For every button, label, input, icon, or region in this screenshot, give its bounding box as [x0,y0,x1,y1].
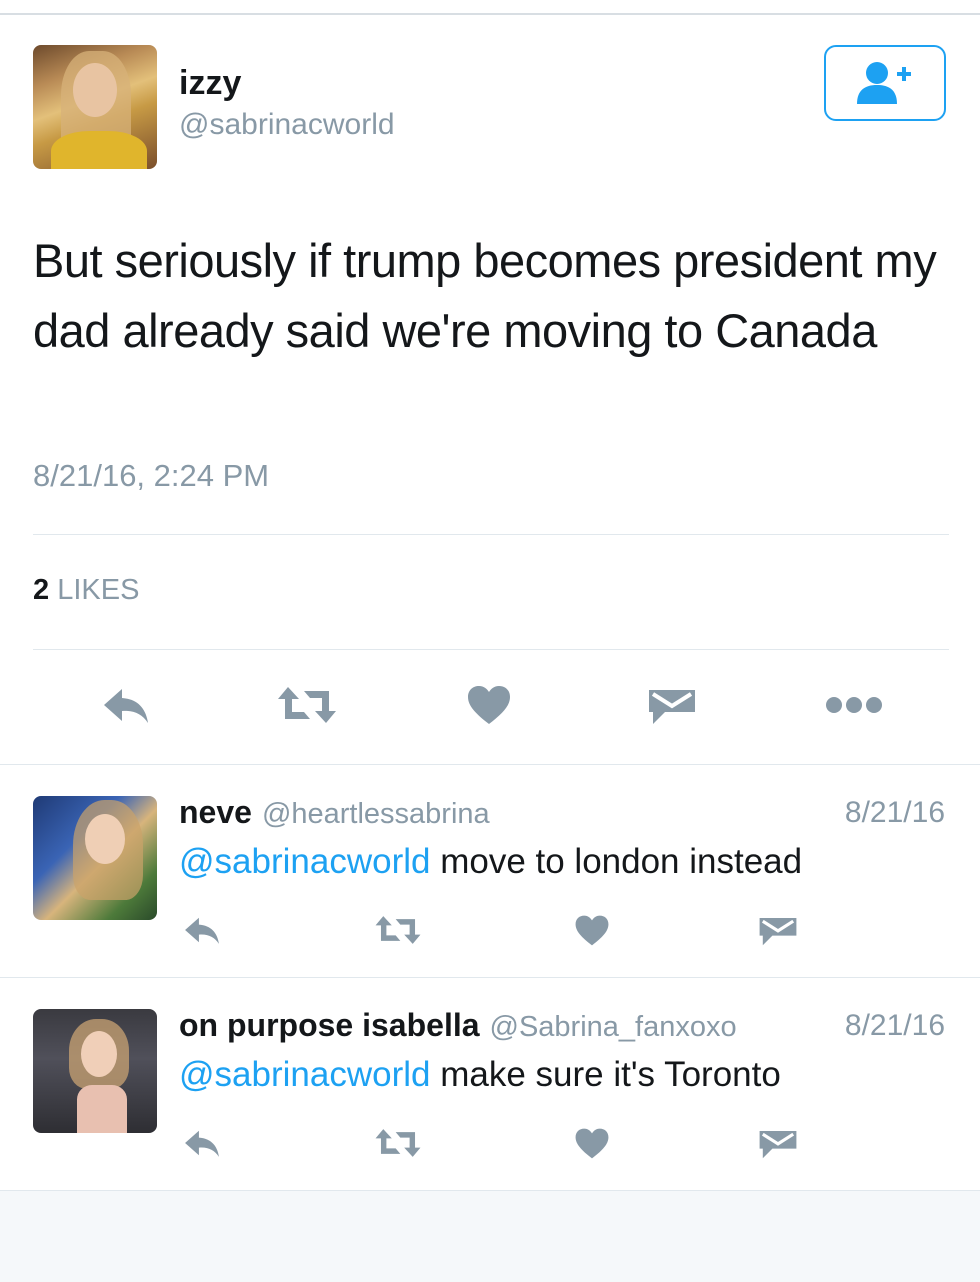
more-button[interactable] [824,680,884,730]
likes-number: 2 [33,574,50,606]
retweet-button[interactable] [372,908,424,952]
more-icon [826,697,882,713]
reply-icon [104,689,148,723]
direct-message-icon [649,690,695,724]
author-avatar[interactable] [33,45,157,169]
top-divider [0,0,980,15]
divider [0,764,980,765]
likes-label: LIKES [57,574,140,606]
reply-author[interactable]: on purpose isabella @Sabrina_fanxoxo [179,1007,737,1044]
author-handle[interactable]: @sabrinacworld [179,108,395,142]
reply-author-handle: @heartlessabrina [261,798,490,830]
direct-message-button[interactable] [756,908,800,952]
reply-button[interactable] [180,1121,224,1165]
tweet-text: But seriously if trump becomes president… [33,234,937,357]
likes-count[interactable]: 2 LIKES [33,574,139,607]
reply-icon [185,1130,219,1157]
reply-author-name: neve [179,794,252,830]
author-name[interactable]: izzy [179,64,241,103]
like-icon [468,686,510,724]
retweet-icon [375,916,421,944]
reply-date: 8/21/16 [844,796,945,829]
empty-footer-area [0,1190,980,1282]
reply-button[interactable] [180,908,224,952]
direct-message-button[interactable] [756,1121,800,1165]
direct-message-icon [759,1131,797,1159]
add-user-icon [857,62,911,104]
direct-message-button[interactable] [644,680,700,730]
reply-icon [185,917,219,944]
reply-text: @sabrinacworld move to london instead [179,842,802,882]
like-icon [575,1128,609,1158]
reply-author-handle: @Sabrina_fanxoxo [489,1011,737,1043]
reply-avatar[interactable] [33,796,157,920]
reply-date: 8/21/16 [844,1009,945,1042]
divider [0,977,980,978]
divider [33,649,949,650]
reply-text: @sabrinacworld make sure it's Toronto [179,1055,781,1095]
divider [33,534,949,535]
follow-button[interactable] [824,45,946,121]
like-button[interactable] [570,908,614,952]
reply-avatar[interactable] [33,1009,157,1133]
retweet-icon [278,687,336,723]
retweet-button[interactable] [274,680,340,730]
tweet-timestamp: 8/21/16, 2:24 PM [33,458,270,493]
reply-mention-link[interactable]: @sabrinacworld [179,1055,430,1094]
retweet-icon [375,1129,421,1157]
reply-author-name: on purpose isabella [179,1007,480,1043]
retweet-button[interactable] [372,1121,424,1165]
direct-message-icon [759,918,797,946]
like-icon [575,915,609,945]
reply-button[interactable] [96,680,156,730]
like-button[interactable] [462,680,516,730]
reply-author[interactable]: neve @heartlessabrina [179,794,490,831]
like-button[interactable] [570,1121,614,1165]
reply-mention-link[interactable]: @sabrinacworld [179,842,430,881]
reply-body: move to london instead [430,842,803,881]
reply-body: make sure it's Toronto [430,1055,781,1094]
